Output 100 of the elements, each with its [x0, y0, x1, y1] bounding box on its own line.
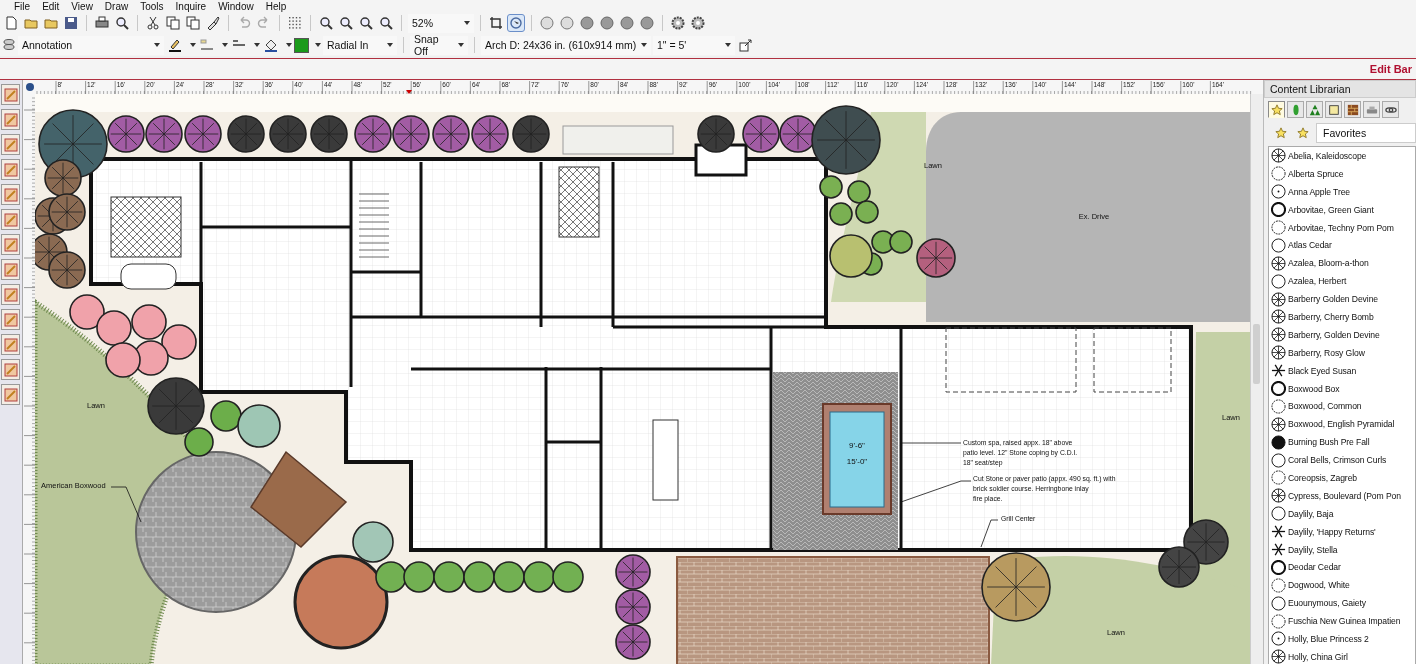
zoom-dropdown[interactable]: 52%: [408, 13, 474, 33]
library-tab[interactable]: [1344, 101, 1361, 118]
paste-button[interactable]: [184, 14, 202, 32]
plant-list-item[interactable]: Boxwood, Common: [1269, 397, 1415, 416]
shading-button[interactable]: [558, 14, 576, 32]
plant-symbol-icon: [1271, 434, 1286, 450]
tool-button[interactable]: [1, 334, 20, 355]
scroll-thumb[interactable]: [1253, 324, 1260, 384]
shading-button[interactable]: [638, 14, 656, 32]
library-tab[interactable]: [1268, 101, 1285, 118]
shading-button[interactable]: [578, 14, 596, 32]
tool-button[interactable]: [1, 109, 20, 130]
save-button[interactable]: [62, 14, 80, 32]
plant-list-item[interactable]: Boxwood Box: [1269, 379, 1415, 398]
settings-button[interactable]: [689, 14, 707, 32]
plant-list-item[interactable]: Atlas Cedar: [1269, 236, 1415, 255]
menu-item[interactable]: Window: [212, 0, 260, 12]
expand-button[interactable]: [737, 36, 755, 54]
caret-icon: [641, 43, 647, 47]
plant-list-item[interactable]: Barberry, Cherry Bomb: [1269, 308, 1415, 326]
plant-list-item[interactable]: Barberry, Rosy Glow: [1269, 343, 1415, 362]
plant-list-item[interactable]: Arbovitae, Green Giant: [1269, 200, 1415, 219]
layer-dropdown[interactable]: Annotation: [18, 35, 164, 55]
tool-button[interactable]: [1, 284, 20, 305]
plant-list-item[interactable]: Arbovitae, Techny Pom Pom: [1269, 218, 1415, 237]
plant-list-item[interactable]: Burning Bush Pre Fall: [1269, 433, 1415, 452]
tool-button[interactable]: [1, 159, 20, 180]
tool-button[interactable]: [1, 134, 20, 155]
spa-dimension: 9'-6": [849, 441, 865, 450]
settings-button[interactable]: [669, 14, 687, 32]
plant-list-item[interactable]: Black Eyed Susan: [1269, 361, 1415, 380]
cut-button[interactable]: [144, 14, 162, 32]
plant-list-item[interactable]: Fuschia New Guinea Impatien: [1269, 612, 1415, 631]
plant-list-item[interactable]: Daylily, 'Happy Returns': [1269, 522, 1415, 541]
menu-item[interactable]: Help: [259, 0, 293, 12]
plant-list-item[interactable]: Abelia, Kaleidoscope: [1269, 147, 1415, 165]
plant-list-item[interactable]: Holly, China Girl: [1269, 647, 1415, 664]
tool-button[interactable]: [1, 184, 20, 205]
tool-button[interactable]: [1, 384, 20, 405]
plant-list-item[interactable]: Azalea, Herbert: [1269, 272, 1415, 291]
zoom-icon: [359, 16, 373, 30]
plant-list-item[interactable]: Coreopsis, Zagreb: [1269, 469, 1415, 487]
settings-icon: [671, 16, 685, 30]
print-preview-button[interactable]: [113, 14, 131, 32]
plant-list-item[interactable]: Boxwood, English Pyramidal: [1269, 415, 1415, 434]
favorites-menu-button[interactable]: [1294, 124, 1312, 142]
plant-list-item[interactable]: Barberry, Golden Devine: [1269, 325, 1415, 344]
plant-list-item[interactable]: Deodar Cedar: [1269, 558, 1415, 577]
plant-list-item[interactable]: Cypress, Boulevard (Pom Pon: [1269, 486, 1415, 505]
shading-button[interactable]: [538, 14, 556, 32]
zoom-button[interactable]: [317, 14, 335, 32]
crop-button[interactable]: [487, 14, 505, 32]
plant-list-item[interactable]: Barberry Golden Devine: [1269, 290, 1415, 308]
plant-symbol-icon: [1271, 309, 1286, 325]
tool-button[interactable]: [1, 259, 20, 280]
fill-icon: [264, 38, 278, 52]
tool-button[interactable]: [1, 234, 20, 255]
tool-button[interactable]: [1, 309, 20, 330]
plant-list-item[interactable]: Anna Apple Tree: [1269, 182, 1415, 201]
fill-style-dropdown[interactable]: Radial In: [323, 35, 397, 55]
panel-title: Content Librarian: [1264, 80, 1416, 98]
add-favorite-button[interactable]: [1272, 124, 1290, 142]
sheet-size-dropdown[interactable]: Arch D: 24x36 in. (610x914 mm): [481, 35, 651, 55]
shading-button[interactable]: [618, 14, 636, 32]
plant-list-item[interactable]: Holly, Blue Princess 2: [1269, 630, 1415, 648]
scale-dropdown[interactable]: 1" = 5': [653, 35, 735, 55]
menu-item[interactable]: File: [8, 0, 37, 12]
zoom-button[interactable]: [357, 14, 375, 32]
grid-button[interactable]: [286, 14, 304, 32]
plant-list-item[interactable]: Daylily, Stella: [1269, 540, 1415, 559]
plant-list-item[interactable]: Coral Bells, Crimson Curls: [1269, 451, 1415, 470]
tool-icon: [3, 187, 18, 202]
library-tab[interactable]: [1325, 101, 1342, 118]
plant-list-item[interactable]: Euounymous, Gaiety: [1269, 594, 1415, 613]
trees-icon: [1308, 103, 1321, 116]
shading-icon: [640, 16, 654, 30]
menu-item[interactable]: View: [65, 0, 99, 12]
vertical-scrollbar[interactable]: [1250, 94, 1263, 664]
tool-button[interactable]: [1, 84, 20, 105]
snap-dropdown[interactable]: Snap Off: [410, 35, 468, 55]
fill-color-swatch[interactable]: [294, 37, 309, 53]
tool-button[interactable]: [1, 359, 20, 380]
shading-button[interactable]: [598, 14, 616, 32]
menu-item[interactable]: Draw: [98, 0, 135, 12]
plant-list-item[interactable]: Alberta Spruce: [1269, 164, 1415, 183]
plant-list-item[interactable]: Azalea, Bloom-a-thon: [1269, 254, 1415, 273]
menu-item[interactable]: Edit: [36, 0, 66, 12]
menu-item[interactable]: Inquire: [169, 0, 213, 12]
tool-button[interactable]: [1, 209, 20, 230]
category-field[interactable]: Favorites: [1316, 123, 1416, 143]
ruler-origin-icon[interactable]: [26, 83, 34, 91]
menu-item[interactable]: Tools: [134, 0, 170, 12]
copy-button[interactable]: [164, 14, 182, 32]
plant-list-item[interactable]: Dogwood, White: [1269, 576, 1415, 595]
plant-list-item[interactable]: Daylily, Baja: [1269, 504, 1415, 523]
zoom-button[interactable]: [337, 14, 355, 32]
select-button[interactable]: [507, 14, 525, 32]
library-tab[interactable]: [1382, 101, 1399, 118]
library-tab[interactable]: [1306, 101, 1323, 118]
zoom-button[interactable]: [377, 14, 395, 32]
